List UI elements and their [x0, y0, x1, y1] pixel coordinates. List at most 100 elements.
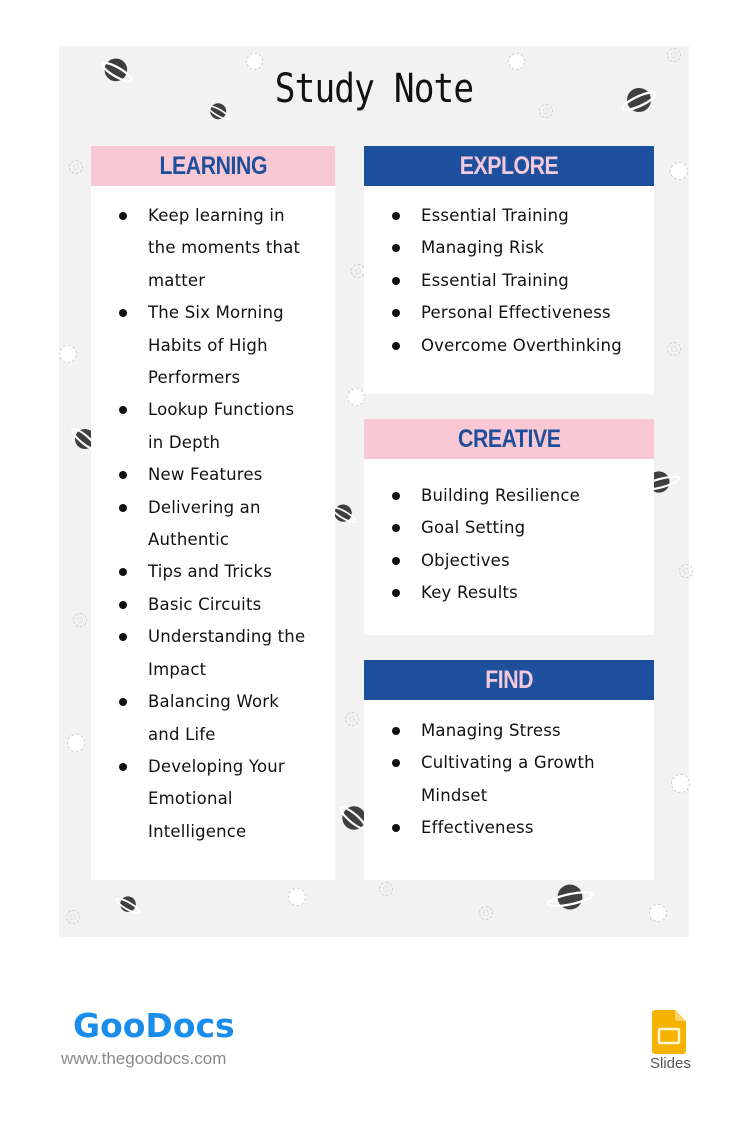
creative-list-item: Key Results — [364, 577, 654, 609]
find-item-text: Managing Stress — [421, 721, 561, 740]
bullet-icon — [119, 406, 127, 415]
find-list: Managing Stress Cultivating a Growth Mind… — [364, 700, 654, 845]
creative-list: Building Resilience Goal Setting Objective… — [364, 459, 654, 610]
bullet-icon — [392, 212, 400, 220]
star-dot — [649, 904, 667, 922]
bullet-icon — [392, 244, 400, 253]
planet-icon — [115, 896, 141, 914]
star-dot — [59, 345, 77, 363]
learning-item-text: Basic Circuits — [148, 594, 262, 614]
find-list-item: Managing Stress — [364, 715, 654, 747]
learning-item-text: Lookup Functions in Depth — [148, 400, 295, 452]
explore-list-item: Managing Risk — [364, 232, 654, 264]
explore-panel: EXPLORE Essential Training Managing Risk E… — [364, 146, 654, 394]
creative-item-text: Objectives — [421, 550, 510, 570]
explore-item-text: Overcome Overthinking — [421, 335, 622, 355]
bullet-icon — [119, 762, 127, 771]
bullet-icon — [392, 589, 400, 598]
learning-heading: LEARNING — [91, 146, 335, 186]
find-list-item: Cultivating a Growth Mindset — [364, 747, 654, 812]
bullet-icon — [392, 727, 400, 735]
star-dot — [288, 888, 306, 906]
star-dot — [347, 388, 365, 406]
learning-item-text: Keep learning in the moments that matter — [148, 206, 301, 290]
ring-dot — [479, 906, 493, 920]
explore-list-item: Essential Training — [364, 265, 654, 297]
page-title: Study Note — [274, 66, 474, 112]
learning-list-item: Tips and Tricks — [91, 556, 310, 588]
creative-heading: CREATIVE — [364, 419, 654, 459]
find-panel: FIND Managing Stress Cultivating a Growth… — [364, 660, 654, 880]
goodocs-url-link[interactable]: www.thegoodocs.com — [61, 1049, 226, 1069]
bullet-icon — [119, 600, 127, 609]
bullet-icon — [392, 492, 400, 500]
goodocs-logo[interactable]: GooDocs — [73, 1006, 235, 1045]
creative-heading-text: CREATIVE — [457, 425, 561, 453]
bullet-icon — [119, 698, 127, 707]
find-item-text: Effectiveness — [421, 818, 534, 838]
explore-heading-text: EXPLORE — [459, 152, 559, 180]
explore-list: Essential Training Managing Risk Essential… — [364, 186, 654, 362]
planet-icon — [546, 884, 594, 910]
learning-item-text: Understanding the Impact — [148, 627, 306, 679]
bullet-icon — [119, 503, 127, 512]
bullet-icon — [119, 568, 127, 577]
explore-item-text: Managing Risk — [421, 238, 544, 258]
creative-list-item: Goal Setting — [364, 512, 654, 544]
creative-list-item: Objectives — [364, 545, 654, 577]
bullet-icon — [119, 212, 127, 220]
learning-list-item: Developing Your Emotional Intelligence — [91, 751, 310, 848]
learning-item-text: New Features — [148, 465, 263, 485]
bullet-icon — [392, 309, 400, 318]
star-dot — [671, 774, 690, 793]
explore-item-text: Essential Training — [421, 206, 569, 225]
learning-item-text: Tips and Tricks — [148, 562, 273, 582]
ring-dot — [345, 712, 359, 726]
creative-panel: CREATIVE Building Resilience Goal Setting… — [364, 419, 654, 635]
explore-heading: EXPLORE — [364, 146, 654, 186]
study-note-page: Study Note LEARNING Keep learning in the… — [59, 46, 693, 937]
ring-dot — [73, 613, 87, 627]
learning-item-text: Developing Your Emotional Intelligence — [148, 756, 285, 841]
learning-list-item: Delivering an Authentic — [91, 492, 310, 557]
learning-item-text: The Six Morning Habits of High Performer… — [148, 303, 284, 388]
creative-item-text: Building Resilience — [421, 486, 581, 505]
learning-list-item: Basic Circuits — [91, 589, 310, 621]
bullet-icon — [392, 759, 400, 768]
ring-dot — [66, 910, 80, 924]
creative-list-item: Building Resilience — [364, 480, 654, 512]
find-list-item: Effectiveness — [364, 812, 654, 844]
find-item-text: Cultivating a Growth Mindset — [421, 753, 595, 805]
learning-list-item: Keep learning in the moments that matter — [91, 200, 310, 297]
bullet-icon — [392, 556, 400, 565]
bullet-icon — [119, 633, 127, 642]
ring-dot — [667, 48, 681, 62]
explore-item-text: Personal Effectiveness — [421, 303, 611, 323]
learning-list: Keep learning in the moments that matter… — [91, 186, 335, 848]
learning-item-text: Delivering an Authentic — [148, 497, 261, 550]
learning-heading-text: LEARNING — [159, 152, 267, 180]
bullet-icon — [392, 824, 400, 833]
explore-list-item: Essential Training — [364, 200, 654, 232]
bullet-icon — [119, 471, 127, 480]
learning-panel: LEARNING Keep learning in the moments th… — [91, 146, 335, 880]
ring-dot — [351, 264, 365, 278]
google-slides-icon — [652, 1010, 686, 1054]
ring-dot — [679, 564, 693, 578]
learning-list-item: The Six Morning Habits of High Performer… — [91, 297, 310, 394]
find-heading: FIND — [364, 660, 654, 700]
star-dot — [670, 162, 688, 180]
learning-list-item: New Features — [91, 459, 310, 491]
star-dot — [67, 734, 85, 752]
creative-item-text: Goal Setting — [421, 518, 526, 538]
bullet-icon — [392, 276, 400, 285]
learning-list-item: Lookup Functions in Depth — [91, 394, 310, 459]
learning-list-item: Balancing Work and Life — [91, 686, 310, 751]
learning-item-text: Balancing Work and Life — [148, 692, 279, 744]
ring-dot — [667, 342, 681, 356]
slides-label: Slides — [650, 1055, 691, 1072]
bullet-icon — [392, 341, 400, 350]
find-heading-text: FIND — [485, 666, 533, 694]
bullet-icon — [392, 524, 400, 533]
explore-list-item: Personal Effectiveness — [364, 297, 654, 329]
